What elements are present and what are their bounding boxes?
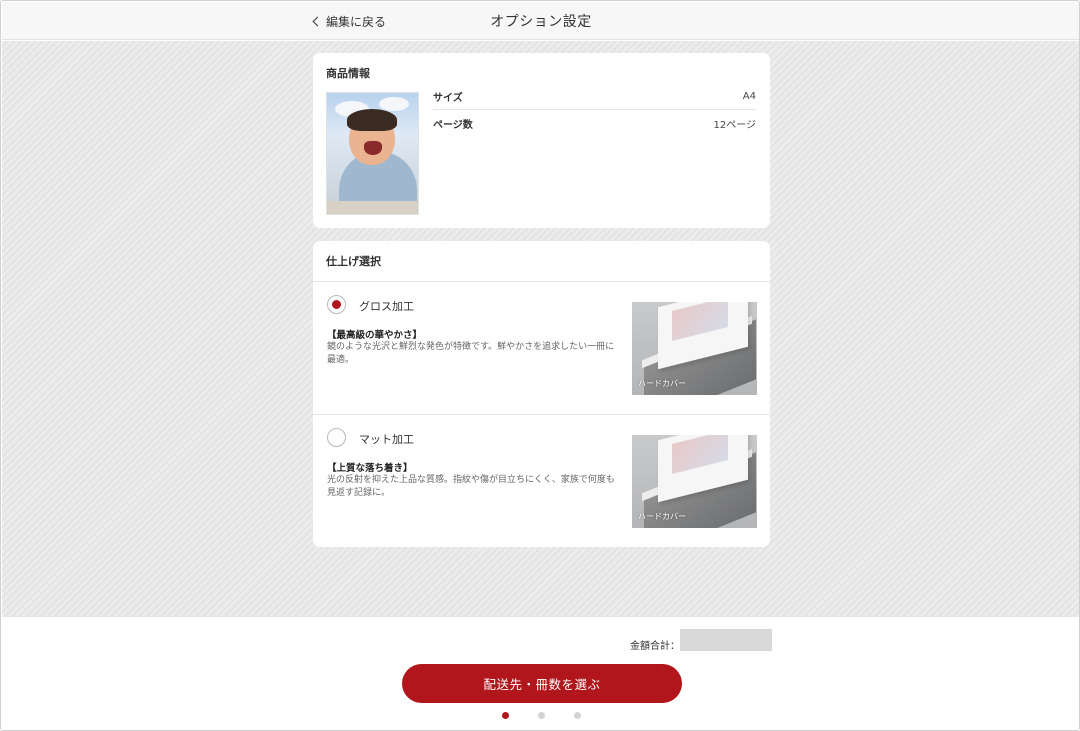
matte-image-caption: ハードカバー bbox=[638, 512, 686, 521]
product-thumbnail bbox=[326, 92, 419, 215]
top-bar: 編集に戻る オプション設定 bbox=[2, 2, 1079, 40]
matte-book-image: ハードカバー bbox=[632, 435, 757, 528]
info-row-pages: ページ数 12ページ bbox=[433, 110, 756, 136]
gloss-description: 鏡のような光沢と鮮烈な発色が特徴です。鮮やかさを追求したい一冊に最適。 bbox=[327, 342, 615, 365]
total-label: 金額合計： bbox=[630, 641, 680, 652]
ground-shape bbox=[327, 201, 418, 214]
matte-name: マット加工 bbox=[359, 433, 414, 446]
finish-selection-title: 仕上げ選択 bbox=[326, 255, 381, 268]
page-dot[interactable] bbox=[538, 712, 545, 719]
page-indicator bbox=[502, 712, 582, 720]
finish-option-gloss[interactable]: グロス加工 【最高級の華やかさ】 鏡のような光沢と鮮烈な発色が特徴です。鮮やかさ… bbox=[313, 282, 770, 414]
gloss-book-image: ハードカバー bbox=[632, 302, 757, 395]
matte-radio[interactable] bbox=[327, 428, 346, 447]
app-frame: 編集に戻る オプション設定 商品情報 サイズ A4 ページ数 12ページ 仕上げ… bbox=[0, 0, 1080, 731]
page-title: オプション設定 bbox=[490, 14, 592, 30]
child-hair-shape bbox=[347, 109, 397, 131]
gloss-headline: 【最高級の華やかさ】 bbox=[327, 330, 423, 341]
footer-bar: 金額合計： 配送先・冊数を選ぶ bbox=[2, 616, 1079, 730]
gloss-image-caption: ハードカバー bbox=[638, 379, 686, 388]
page-dot[interactable] bbox=[502, 712, 509, 719]
choose-delivery-button[interactable]: 配送先・冊数を選ぶ bbox=[402, 664, 682, 703]
info-row-size: サイズ A4 bbox=[433, 84, 756, 110]
finish-option-matte[interactable]: マット加工 【上質な落ち着き】 光の反射を抑えた上品な質感。指紋や傷が目立ちにく… bbox=[313, 415, 770, 547]
matte-description: 光の反射を抑えた上品な質感。指紋や傷が目立ちにくく、家族で何度も見返す記録に。 bbox=[327, 475, 615, 498]
total-amount-placeholder bbox=[680, 629, 772, 651]
size-value: A4 bbox=[742, 91, 756, 102]
product-info-title: 商品情報 bbox=[326, 67, 370, 80]
matte-headline: 【上質な落ち着き】 bbox=[327, 463, 413, 474]
size-label: サイズ bbox=[433, 93, 463, 104]
finish-selection-card: 仕上げ選択 グロス加工 【最高級の華やかさ】 鏡のような光沢と鮮烈な発色が特徴で… bbox=[313, 241, 770, 547]
gloss-radio[interactable] bbox=[327, 295, 346, 314]
content-area: 商品情報 サイズ A4 ページ数 12ページ 仕上げ選択 グロス加工 【最高級の… bbox=[2, 41, 1079, 616]
pages-label: ページ数 bbox=[433, 119, 473, 131]
page-dot[interactable] bbox=[574, 712, 581, 719]
pages-value: 12ページ bbox=[713, 119, 756, 131]
product-info-card: 商品情報 サイズ A4 ページ数 12ページ bbox=[313, 53, 770, 228]
child-mouth-shape bbox=[364, 141, 382, 155]
cloud-shape bbox=[379, 97, 409, 111]
gloss-name: グロス加工 bbox=[359, 300, 414, 313]
